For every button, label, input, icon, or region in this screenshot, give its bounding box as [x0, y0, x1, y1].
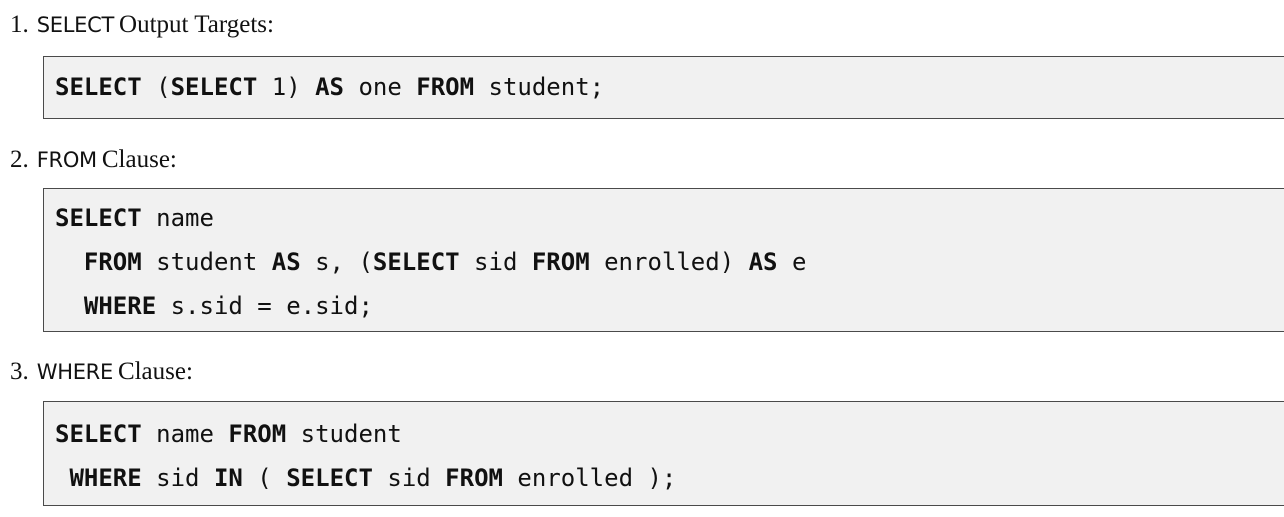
sql-text: student	[286, 420, 402, 448]
code-line: SELECT name	[55, 196, 1284, 240]
sql-text: student;	[474, 73, 605, 101]
sql-text: 1)	[257, 73, 316, 101]
code-line: FROM student AS s, (SELECT sid FROM enro…	[55, 240, 1284, 284]
sql-keyword: SELECT	[170, 73, 258, 101]
item-keyword: WHERE	[36, 360, 113, 384]
sql-keyword: FROM	[445, 464, 503, 492]
code-line: SELECT name FROM student	[55, 412, 1284, 456]
sql-text: name	[141, 420, 229, 448]
item-number: 3.	[10, 358, 29, 385]
sql-text: enrolled );	[502, 464, 677, 492]
sql-keyword: SELECT	[55, 420, 142, 448]
sql-text: s, (	[300, 248, 373, 276]
item-keyword: SELECT	[36, 13, 115, 37]
sql-keyword: AS	[271, 248, 301, 276]
item-title: Clause:	[101, 146, 177, 173]
code-line: WHERE sid IN ( SELECT sid FROM enrolled …	[55, 456, 1284, 500]
sql-keyword: AS	[315, 73, 345, 101]
item-title: Output Targets:	[119, 11, 274, 38]
sql-keyword: SELECT	[55, 73, 142, 101]
sql-text: one	[344, 73, 417, 101]
sql-text: sid	[459, 248, 532, 276]
code-line: WHERE s.sid = e.sid;	[55, 284, 1284, 328]
item-heading: 1. SELECT Output Targets:	[10, 8, 274, 42]
item-heading: 3. WHERE Clause:	[10, 355, 193, 389]
code-line: SELECT (SELECT 1) AS one FROM student;	[55, 65, 1284, 109]
sql-text: sid	[372, 464, 446, 492]
sql-text: (	[242, 464, 287, 492]
sql-keyword: WHERE	[83, 292, 157, 320]
sql-text: name	[141, 204, 214, 232]
item-keyword: FROM	[36, 148, 97, 172]
sql-text: s.sid = e.sid;	[156, 292, 373, 320]
sql-keyword: AS	[748, 248, 778, 276]
item-number: 2.	[10, 146, 29, 173]
code-block: SELECT name FROM student AS s, (SELECT s…	[43, 188, 1284, 332]
sql-keyword: SELECT	[372, 248, 460, 276]
sql-keyword: FROM	[228, 420, 287, 448]
sql-keyword: FROM	[531, 248, 590, 276]
sql-keyword: IN	[213, 464, 243, 492]
item-title: Clause:	[117, 358, 193, 385]
sql-keyword: FROM	[83, 248, 142, 276]
sql-text: enrolled)	[589, 248, 749, 276]
item-heading: 2. FROM Clause:	[10, 143, 177, 177]
sql-text: sid	[141, 464, 214, 492]
code-block: SELECT name FROM student WHERE sid IN ( …	[43, 401, 1284, 506]
sql-text: (	[141, 73, 171, 101]
sql-text: student	[141, 248, 272, 276]
sql-keyword: WHERE	[69, 464, 142, 492]
sql-keyword: SELECT	[55, 204, 142, 232]
item-number: 1.	[10, 11, 29, 38]
code-block: SELECT (SELECT 1) AS one FROM student;	[43, 56, 1284, 119]
sql-text: e	[777, 248, 807, 276]
sql-keyword: FROM	[416, 73, 475, 101]
sql-keyword: SELECT	[286, 464, 373, 492]
